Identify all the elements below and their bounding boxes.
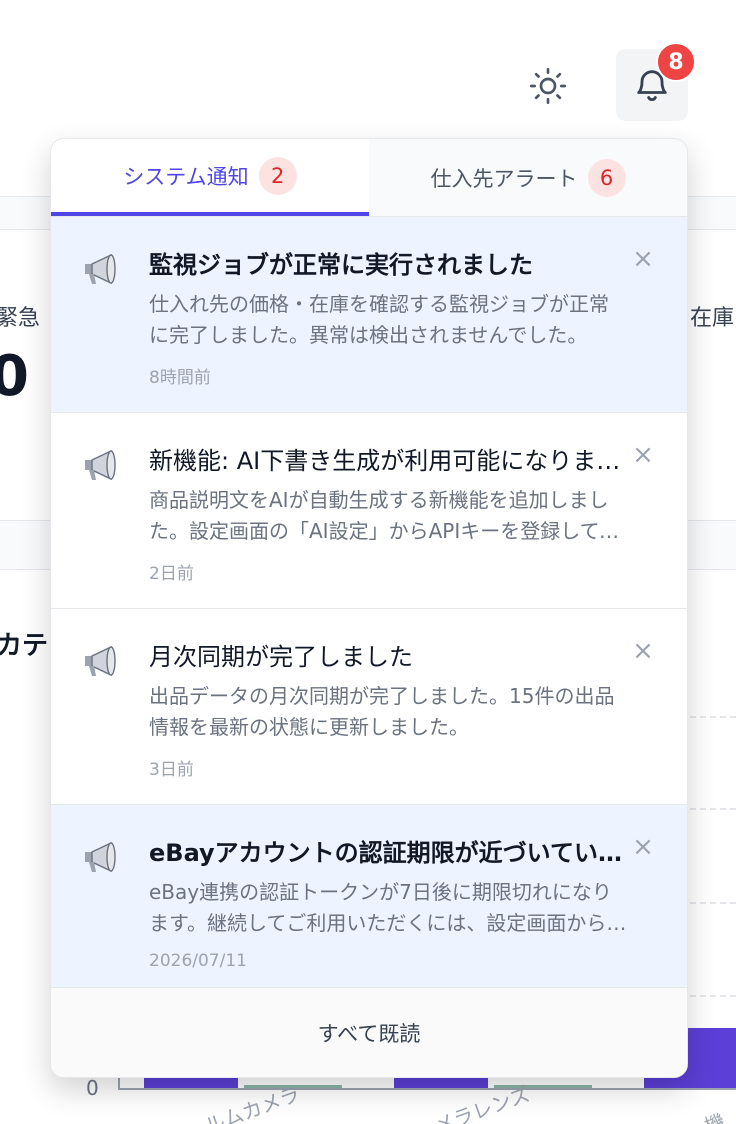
notification-body: 仕入れ先の価格・在庫を確認する監視ジョブが正常に完了しました。異常は検出されませ… — [149, 292, 609, 347]
theme-toggle-button[interactable] — [524, 62, 572, 110]
notification-body: 商品説明文をAIが自動生成する新機能を追加しました。設定画面の「AI設定」からA… — [149, 488, 620, 543]
megaphone-icon — [85, 253, 116, 285]
tab-label: 仕入先アラート — [430, 166, 578, 191]
bg-card-label-left: 緊急 — [0, 306, 41, 331]
notification-item[interactable]: 監視ジョブが正常に実行されました 仕入れ先の価格・在庫を確認する監視ジョブが正常… — [51, 217, 687, 413]
notification-list: 監視ジョブが正常に実行されました 仕入れ先の価格・在庫を確認する監視ジョブが正常… — [51, 217, 687, 987]
bg-chart-zero-label: 0 — [86, 1076, 99, 1100]
notification-time: 2日前 — [149, 564, 194, 584]
notification-title: 監視ジョブが正常に実行されました — [149, 251, 533, 279]
bg-card-value: 0 — [0, 344, 29, 409]
notification-tabs: システム通知 2 仕入先アラート 6 — [51, 139, 687, 217]
notification-body: eBay連携の認証トークンが7日後に期限切れになります。継続してご利用いただくに… — [149, 880, 627, 935]
close-icon: × — [632, 832, 654, 862]
bg-gridline — [690, 808, 736, 810]
notification-time: 2026/07/11 — [149, 951, 247, 971]
tab-system-notifications[interactable]: システム通知 2 — [51, 139, 369, 216]
sun-icon — [530, 68, 566, 104]
dismiss-notification-button[interactable]: × — [631, 636, 655, 666]
dismiss-notification-button[interactable]: × — [631, 244, 655, 274]
megaphone-icon — [85, 449, 116, 481]
close-icon: × — [632, 440, 654, 470]
tab-count-badge: 2 — [258, 156, 297, 195]
notification-time: 8時間前 — [149, 368, 211, 388]
bg-gridline — [690, 995, 736, 997]
dismiss-notification-button[interactable]: × — [631, 832, 655, 862]
notification-title: 月次同期が完了しました — [149, 643, 413, 671]
close-icon: × — [632, 636, 654, 666]
notification-item[interactable]: 新機能: AI下書き生成が利用可能になりました 商品説明文をAIが自動生成する新… — [51, 413, 687, 609]
bg-section-heading: カテ — [0, 631, 49, 661]
notification-item[interactable]: eBayアカウントの認証期限が近づいています eBay連携の認証トークンが7日後… — [51, 805, 687, 987]
notification-footer: すべて既読 — [51, 987, 687, 1077]
notification-dropdown: システム通知 2 仕入先アラート 6 監視ジョブが正常に実行されました 仕入れ先… — [50, 138, 688, 1078]
notification-time: 3日前 — [149, 760, 194, 780]
bg-chart-x-label: 機 — [701, 1108, 729, 1124]
bg-gridline — [690, 716, 736, 718]
notification-body: 出品データの月次同期が完了しました。15件の出品情報を最新の状態に更新しました。 — [149, 684, 615, 739]
close-icon: × — [632, 244, 654, 274]
bg-card-label-right: 在庫 — [690, 306, 735, 331]
notification-item[interactable]: 月次同期が完了しました 出品データの月次同期が完了しました。15件の出品情報を最… — [51, 609, 687, 805]
notification-count-badge: 8 — [656, 42, 696, 82]
tab-count-badge: 6 — [587, 158, 626, 197]
bg-gridline — [690, 902, 736, 904]
mark-all-read-button[interactable]: すべて既読 — [318, 1018, 421, 1048]
notification-title: eBayアカウントの認証期限が近づいています — [149, 839, 627, 867]
megaphone-icon — [85, 645, 116, 677]
tab-label: システム通知 — [123, 164, 249, 189]
dismiss-notification-button[interactable]: × — [631, 440, 655, 470]
bg-chart-x-axis — [118, 1088, 736, 1090]
tab-supplier-alerts[interactable]: 仕入先アラート 6 — [369, 139, 687, 216]
megaphone-icon — [85, 841, 116, 873]
notification-title: 新機能: AI下書き生成が利用可能になりました — [149, 447, 627, 475]
